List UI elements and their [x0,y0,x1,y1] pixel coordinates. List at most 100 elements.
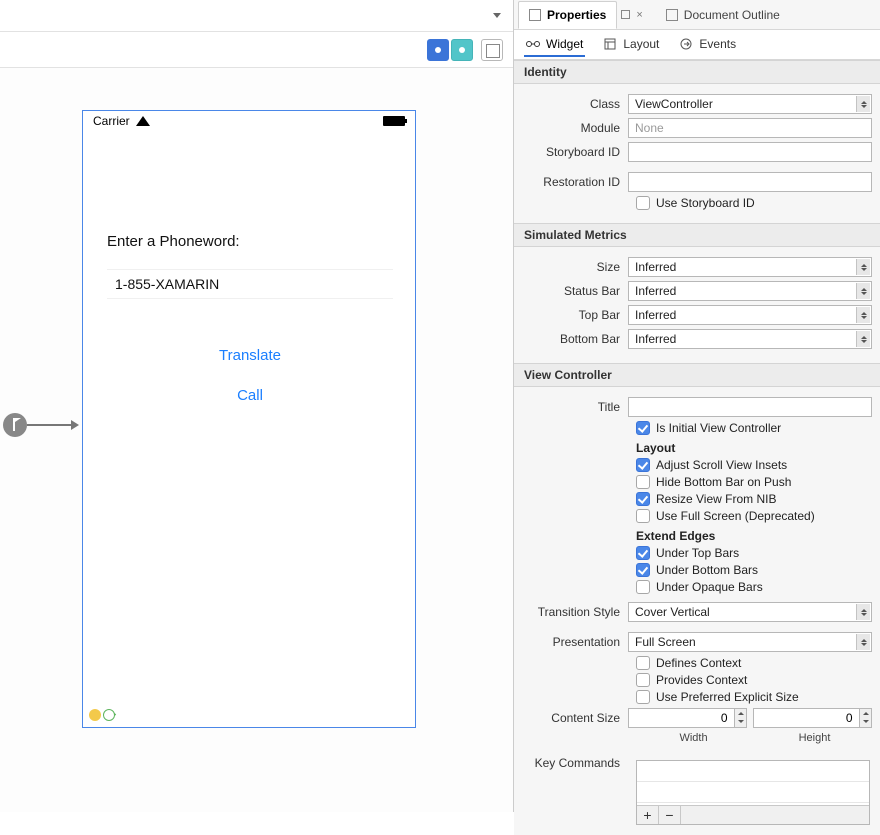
vc-title-input[interactable] [628,397,872,417]
sim-bottombar-select[interactable]: Inferred [628,329,872,349]
battery-icon [383,116,405,126]
content-height-input[interactable] [753,708,860,728]
canvas-toolbar [0,32,513,68]
provides-context-label: Provides Context [656,673,747,687]
use-full-screen-checkbox[interactable] [636,509,650,523]
module-input[interactable]: None [628,118,872,138]
under-top-checkbox[interactable] [636,546,650,560]
class-select[interactable]: ViewController [628,94,872,114]
use-storyboard-id-label: Use Storyboard ID [656,196,755,210]
sim-size-label: Size [522,260,628,274]
panel-undock-button[interactable] [621,10,630,19]
defines-context-label: Defines Context [656,656,741,670]
doc-outline-tab-icon [666,9,678,21]
resize-nib-label: Resize View From NIB [656,492,776,506]
inspector-subtabs: Widget Layout Events [514,30,880,60]
use-preferred-size-label: Use Preferred Explicit Size [656,690,799,704]
key-commands-remove-button[interactable]: − [659,806,681,824]
under-bottom-checkbox[interactable] [636,563,650,577]
events-subtab-icon [679,37,693,51]
panel-close-button[interactable]: × [636,9,642,21]
add-dot-icon[interactable] [103,709,115,721]
defines-context-checkbox[interactable] [636,656,650,670]
tab-properties[interactable]: Properties [518,1,617,29]
select-caret-icon [856,283,870,299]
content-size-label: Content Size [522,711,628,725]
select-caret-icon [856,634,870,650]
key-commands-add-button[interactable]: + [637,806,659,824]
extend-edges-heading: Extend Edges [636,529,872,543]
use-preferred-size-checkbox[interactable] [636,690,650,704]
sim-statusbar-label: Status Bar [522,284,628,298]
tab-document-outline-label: Document Outline [684,8,780,22]
key-commands-list[interactable]: + − [636,760,870,825]
provides-context-checkbox[interactable] [636,673,650,687]
height-stepper[interactable] [860,708,872,728]
class-label: Class [522,97,628,111]
widget-icon [526,37,540,51]
resize-nib-checkbox[interactable] [636,492,650,506]
vc-title-label: Title [522,400,628,414]
device-status-bar: Carrier [83,111,415,131]
adjust-scroll-checkbox[interactable] [636,458,650,472]
section-simulated-header: Simulated Metrics [514,223,880,247]
layout-heading: Layout [636,441,872,455]
bounds-toggle-button[interactable] [481,39,503,61]
tab-properties-label: Properties [547,8,606,22]
hide-bottom-checkbox[interactable] [636,475,650,489]
designer-canvas: Carrier Enter a Phoneword: 1-855-XAMARIN… [0,0,513,812]
sim-size-select[interactable]: Inferred [628,257,872,277]
under-opaque-checkbox[interactable] [636,580,650,594]
device-frame[interactable]: Carrier Enter a Phoneword: 1-855-XAMARIN… [82,110,416,728]
subtab-events[interactable]: Events [677,33,738,57]
is-initial-vc-label: Is Initial View Controller [656,421,781,435]
select-caret-icon [856,307,870,323]
subtab-layout-label: Layout [623,37,659,51]
sim-statusbar-select[interactable]: Inferred [628,281,872,301]
subtab-layout[interactable]: Layout [601,33,661,57]
storyboard-id-label: Storyboard ID [522,145,628,159]
content-width-input[interactable] [628,708,735,728]
storyboard-id-input[interactable] [628,142,872,162]
sim-bottombar-label: Bottom Bar [522,332,628,346]
flag-icon [10,420,20,430]
key-commands-label: Key Commands [522,754,628,770]
subtab-widget-label: Widget [546,37,583,51]
warning-dot-icon[interactable] [89,709,101,721]
restoration-id-input[interactable] [628,172,872,192]
use-storyboard-id-checkbox[interactable] [636,196,650,210]
wifi-icon [136,116,150,126]
section-simulated: Size Inferred Status Bar Inferred Top Ba… [514,247,880,363]
adjust-scroll-label: Adjust Scroll View Insets [656,458,787,472]
carrier-label: Carrier [93,114,130,128]
restoration-id-label: Restoration ID [522,175,628,189]
sim-topbar-label: Top Bar [522,308,628,322]
select-caret-icon [856,259,870,275]
initial-vc-arrow-icon [27,424,77,426]
inspector-panel: Properties × Document Outline Widget Lay… [513,0,880,812]
select-caret-icon [856,96,870,112]
call-button[interactable]: Call [107,387,393,404]
sim-topbar-select[interactable]: Inferred [628,305,872,325]
module-label: Module [522,121,628,135]
under-bottom-label: Under Bottom Bars [656,563,758,577]
constraint-mode-b-button[interactable] [451,39,473,61]
translate-button[interactable]: Translate [107,347,393,364]
initial-vc-indicator[interactable] [3,413,27,437]
width-caption: Width [636,732,751,744]
constraint-mode-a-button[interactable] [427,39,449,61]
phoneword-text-field[interactable]: 1-855-XAMARIN [107,269,393,299]
tab-document-outline[interactable]: Document Outline [655,1,791,29]
layout-subtab-icon [603,37,617,51]
under-top-label: Under Top Bars [656,546,739,560]
inspector-panel-tabs: Properties × Document Outline [514,0,880,30]
canvas-top-dropdown[interactable] [0,0,513,32]
transition-style-select[interactable]: Cover Vertical [628,602,872,622]
presentation-select[interactable]: Full Screen [628,632,872,652]
is-initial-vc-checkbox[interactable] [636,421,650,435]
width-stepper[interactable] [735,708,747,728]
properties-tab-icon [529,9,541,21]
use-full-screen-label: Use Full Screen (Deprecated) [656,509,815,523]
dropdown-caret-icon [493,13,501,18]
subtab-widget[interactable]: Widget [524,33,585,57]
